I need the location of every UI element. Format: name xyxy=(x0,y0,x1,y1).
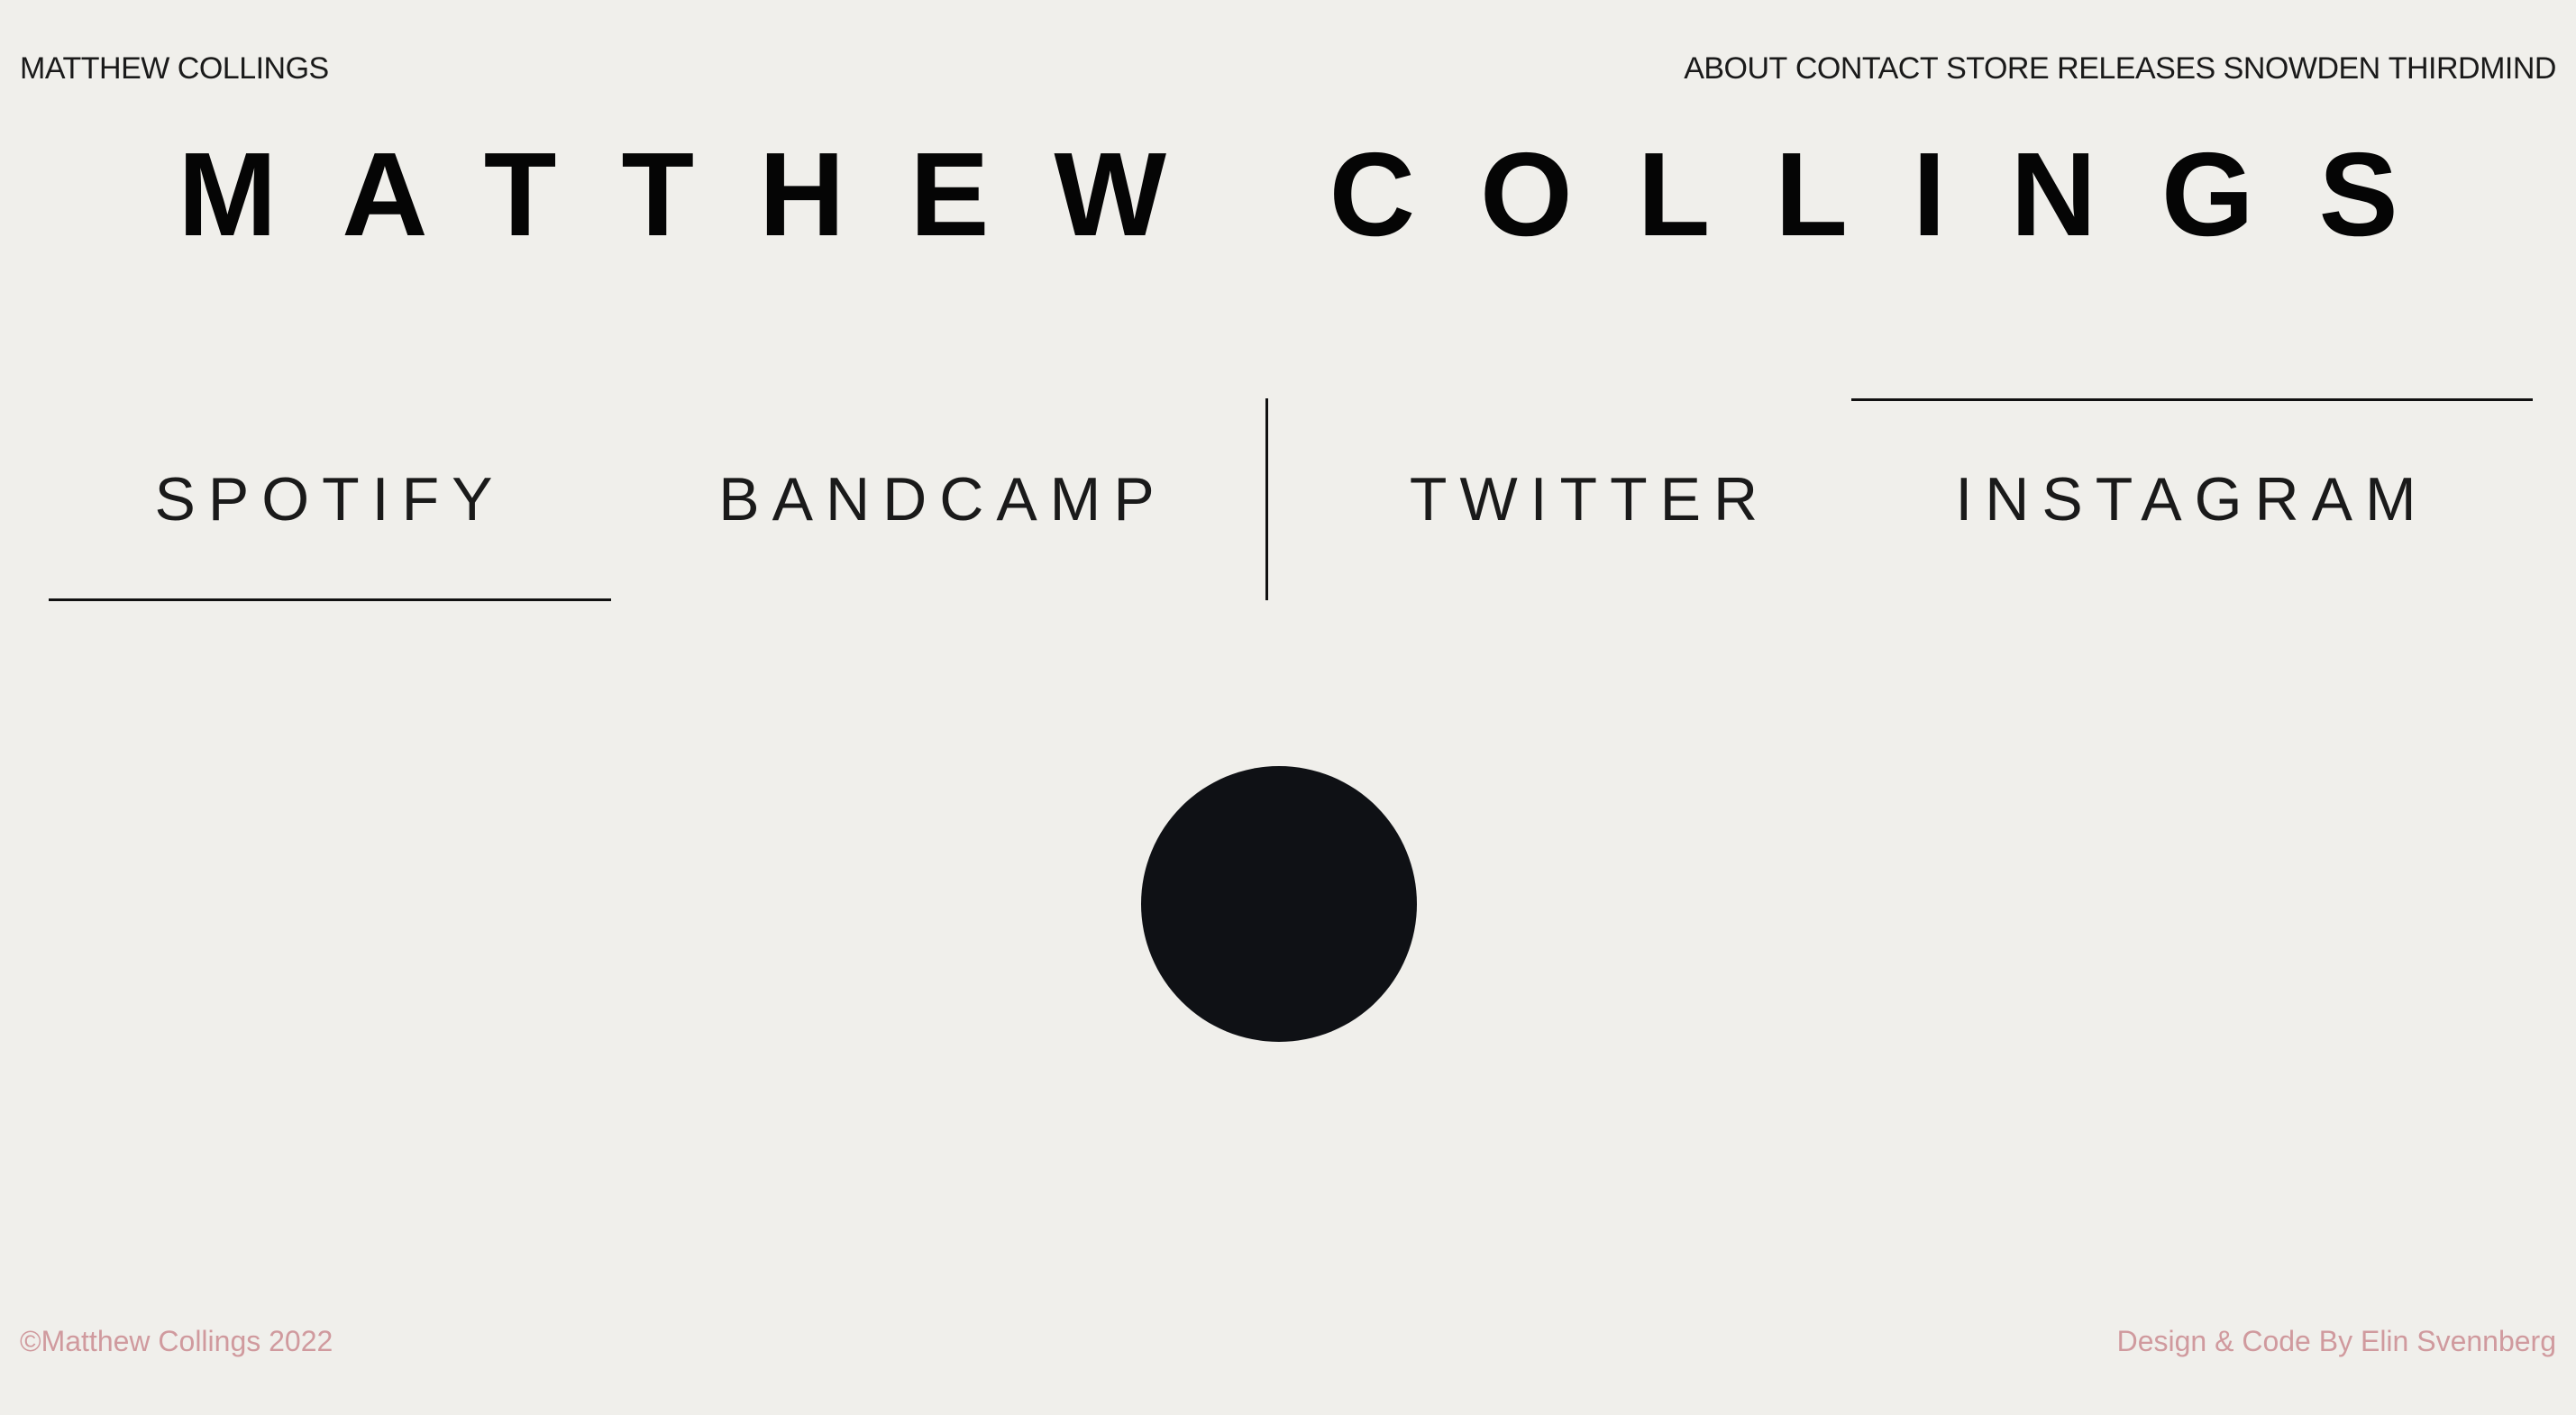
nav-item-thirdmind[interactable]: THIRDMIND xyxy=(2389,51,2557,87)
instagram-link[interactable]: INSTAGRAM xyxy=(1851,397,2533,602)
twitter-link[interactable]: TWITTER xyxy=(1265,397,1914,602)
nav-item-snowden[interactable]: SNOWDEN xyxy=(2224,51,2381,87)
social-links: SPOTIFY BANDCAMP TWITTER INSTAGRAM xyxy=(49,397,2533,602)
site-logo-text[interactable]: MATTHEW COLLINGS xyxy=(20,51,329,87)
nav-item-about[interactable]: ABOUT xyxy=(1684,51,1787,87)
bandcamp-link[interactable]: BANDCAMP xyxy=(662,397,1224,602)
hero-title: MATTHEW COLLINGS xyxy=(178,128,2463,260)
spotify-link[interactable]: SPOTIFY xyxy=(49,397,611,602)
nav-item-store[interactable]: STORE xyxy=(1946,51,2050,87)
credit-link[interactable]: Design & Code By Elin Svennberg xyxy=(2117,1325,2556,1358)
main-nav: ABOUT CONTACT STORE RELEASES SNOWDEN THI… xyxy=(1684,51,2556,87)
top-bar: MATTHEW COLLINGS ABOUT CONTACT STORE REL… xyxy=(20,47,2557,90)
nav-item-releases[interactable]: RELEASES xyxy=(2057,51,2215,87)
copyright-text: ©Matthew Collings 2022 xyxy=(20,1325,333,1357)
nav-item-contact[interactable]: CONTACT xyxy=(1795,51,1939,87)
footer: ©Matthew Collings 2022 Design & Code By … xyxy=(20,1325,2556,1358)
black-circle xyxy=(1141,766,1417,1042)
